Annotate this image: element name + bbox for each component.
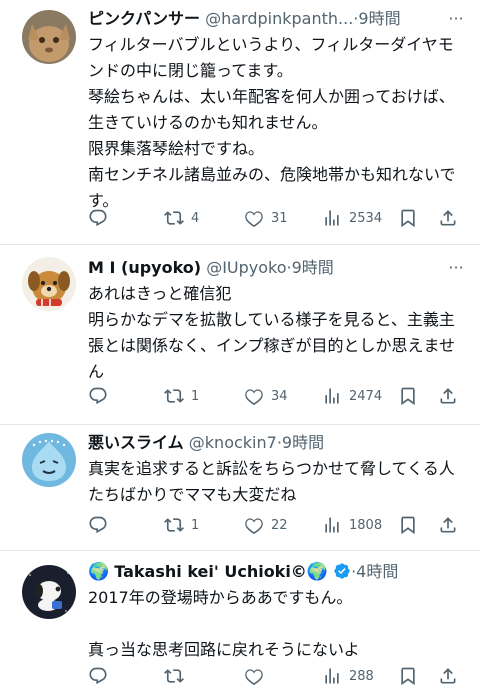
reply-icon — [88, 208, 108, 228]
more-icon[interactable]: ··· — [446, 258, 466, 278]
views-count: 1808 — [349, 517, 383, 533]
views-count: 2534 — [349, 210, 383, 226]
bookmark-button[interactable] — [398, 384, 418, 408]
like-icon — [244, 515, 264, 535]
views-icon — [322, 515, 342, 535]
avatar-dog[interactable] — [22, 257, 76, 311]
like-icon — [244, 208, 264, 228]
repost-count: 1 — [191, 517, 200, 533]
share-button[interactable] — [438, 384, 458, 408]
views-count: 2474 — [349, 388, 383, 404]
share-button[interactable] — [438, 513, 458, 537]
reply-icon — [88, 386, 108, 406]
bookmark-icon — [398, 386, 418, 406]
author-handle[interactable]: @hardpinkpanth... — [205, 9, 353, 28]
author-name[interactable]: M I (upyoko) — [88, 258, 201, 277]
views-icon — [322, 386, 342, 406]
views-button[interactable]: 288 — [322, 664, 374, 688]
like-icon — [244, 386, 264, 406]
repost-icon — [164, 208, 184, 228]
bookmark-icon — [398, 666, 418, 686]
post-text: 真実を追求すると訴訟をちらつかせて脅してくる人たちばかりでママも大変だね — [88, 459, 455, 504]
share-icon — [438, 208, 458, 228]
post-card[interactable]: 🌍 Takashi kei' Uchioki©🌍 ·4時間 2017年の登場時か… — [0, 551, 480, 697]
post-header: ピンクパンサー @hardpinkpanth...·9時間 — [88, 8, 470, 30]
repost-button[interactable]: 4 — [164, 206, 199, 230]
like-button[interactable] — [244, 664, 271, 688]
repost-button[interactable]: 1 — [164, 384, 199, 408]
repost-icon — [164, 515, 184, 535]
globe-emoji: 🌍 — [306, 562, 328, 582]
post-text: あれはきっと確信犯 明らかなデマを拡散している様子を見ると、主義主張とは関係なく… — [88, 284, 456, 381]
avatar-snoopy[interactable] — [22, 565, 76, 619]
like-count: 22 — [271, 517, 288, 533]
bookmark-button[interactable] — [398, 664, 418, 688]
bookmark-icon — [398, 515, 418, 535]
avatar-slime[interactable] — [22, 433, 76, 487]
post-header: 🌍 Takashi kei' Uchioki©🌍 ·4時間 — [88, 561, 470, 583]
repost-button[interactable]: 1 — [164, 513, 199, 537]
reply-button[interactable] — [88, 513, 115, 537]
bookmark-icon — [398, 208, 418, 228]
action-bar: 1 22 1808 — [88, 513, 480, 537]
post-header: 悪いスライム @knockin7·9時間 — [88, 432, 470, 454]
more-icon[interactable]: ··· — [446, 9, 466, 29]
post-card[interactable]: M I (upyoko) @IUpyoko·9時間 ··· あれはきっと確信犯 … — [0, 245, 480, 425]
post-text: 2017年の登場時からああですもん。 真っ当な思考回路に戻れそうにないよ — [88, 588, 360, 659]
repost-icon — [164, 386, 184, 406]
like-button[interactable]: 22 — [244, 513, 288, 537]
like-count: 31 — [271, 210, 288, 226]
bookmark-button[interactable] — [398, 513, 418, 537]
reply-button[interactable] — [88, 664, 115, 688]
share-icon — [438, 515, 458, 535]
share-button[interactable] — [438, 206, 458, 230]
post-text: フィルターバブルというより、フィルターダイヤモンドの中に閉じ籠ってます。 琴絵ち… — [88, 35, 456, 210]
action-bar: 288 — [88, 664, 480, 688]
repost-count: 4 — [191, 210, 200, 226]
post-time[interactable]: 9時間 — [358, 9, 400, 28]
post-time[interactable]: 4時間 — [356, 562, 398, 581]
share-button[interactable] — [438, 664, 458, 688]
views-icon — [322, 208, 342, 228]
post-time[interactable]: 9時間 — [282, 433, 324, 452]
post-header: M I (upyoko) @IUpyoko·9時間 — [88, 257, 470, 279]
like-icon — [244, 666, 264, 686]
like-button[interactable]: 34 — [244, 384, 288, 408]
views-button[interactable]: 2534 — [322, 206, 382, 230]
repost-count: 1 — [191, 388, 200, 404]
share-icon — [438, 386, 458, 406]
post-card[interactable]: ピンクパンサー @hardpinkpanth...·9時間 ··· フィルターバ… — [0, 0, 480, 245]
action-bar: 1 34 2474 — [88, 384, 480, 408]
action-bar: 4 31 2534 — [88, 206, 480, 230]
like-button[interactable]: 31 — [244, 206, 288, 230]
author-handle[interactable]: @IUpyoko — [206, 258, 286, 277]
post-time[interactable]: 9時間 — [292, 258, 334, 277]
views-icon — [322, 666, 342, 686]
verified-icon — [333, 562, 351, 581]
reply-icon — [88, 515, 108, 535]
bookmark-button[interactable] — [398, 206, 418, 230]
views-button[interactable]: 1808 — [322, 513, 382, 537]
post-card[interactable]: 悪いスライム @knockin7·9時間 真実を追求すると訴訟をちらつかせて脅し… — [0, 425, 480, 551]
globe-emoji: 🌍 — [88, 562, 110, 582]
author-name[interactable]: 悪いスライム — [88, 433, 184, 452]
author-handle[interactable]: @knockin7 — [189, 433, 277, 452]
reply-button[interactable] — [88, 206, 115, 230]
views-button[interactable]: 2474 — [322, 384, 382, 408]
like-count: 34 — [271, 388, 288, 404]
author-name[interactable]: Takashi kei' Uchioki© — [114, 562, 307, 581]
reply-icon — [88, 666, 108, 686]
author-name[interactable]: ピンクパンサー — [88, 9, 200, 28]
reply-button[interactable] — [88, 384, 115, 408]
repost-icon — [164, 666, 184, 686]
avatar-cat[interactable] — [22, 10, 76, 64]
share-icon — [438, 666, 458, 686]
repost-button[interactable] — [164, 664, 191, 688]
views-count: 288 — [349, 668, 374, 684]
